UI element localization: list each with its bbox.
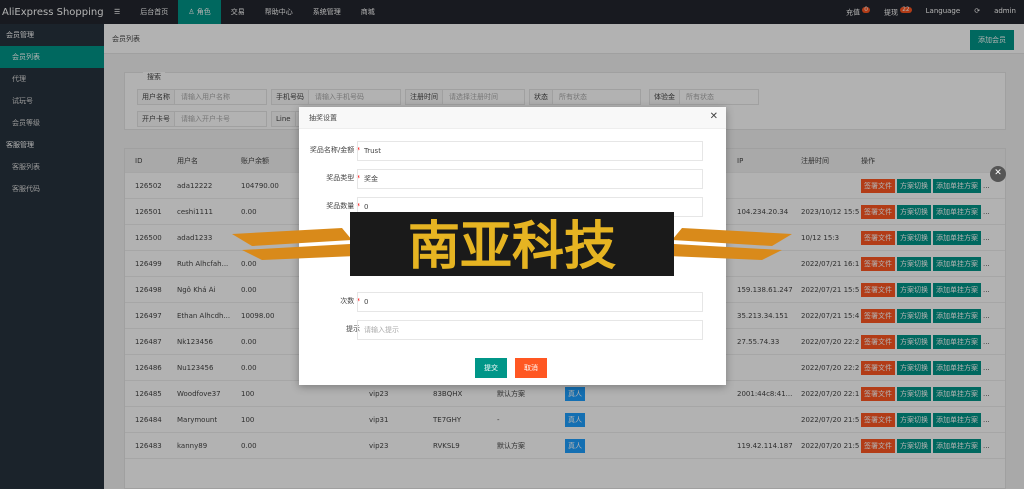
submit-button[interactable]: 提交 (475, 358, 507, 378)
prize-type-row: 奖品类型 * 奖金 (299, 169, 726, 189)
times-input[interactable]: 0 (357, 292, 703, 312)
prize-name-input[interactable]: Trust (357, 141, 703, 161)
watermark-text: 南亚科技 (408, 217, 616, 277)
dialog-title: 抽奖设置 (299, 107, 726, 129)
hint-row: 提示 请输入提示 (299, 320, 726, 340)
popup-close-icon[interactable]: ✕ (990, 166, 1006, 182)
watermark-logo: 南亚科技 (232, 212, 792, 277)
cancel-button[interactable]: 取消 (515, 358, 547, 378)
hint-input[interactable]: 请输入提示 (357, 320, 703, 340)
times-row: 次数 * 0 (299, 292, 726, 312)
right-wing (668, 228, 792, 260)
prize-type-select[interactable]: 奖金 (357, 169, 703, 189)
prize-name-row: 奖品名称/金额 * Trust (299, 141, 726, 161)
close-icon[interactable]: ✕ (710, 111, 718, 122)
left-wing (232, 228, 356, 260)
